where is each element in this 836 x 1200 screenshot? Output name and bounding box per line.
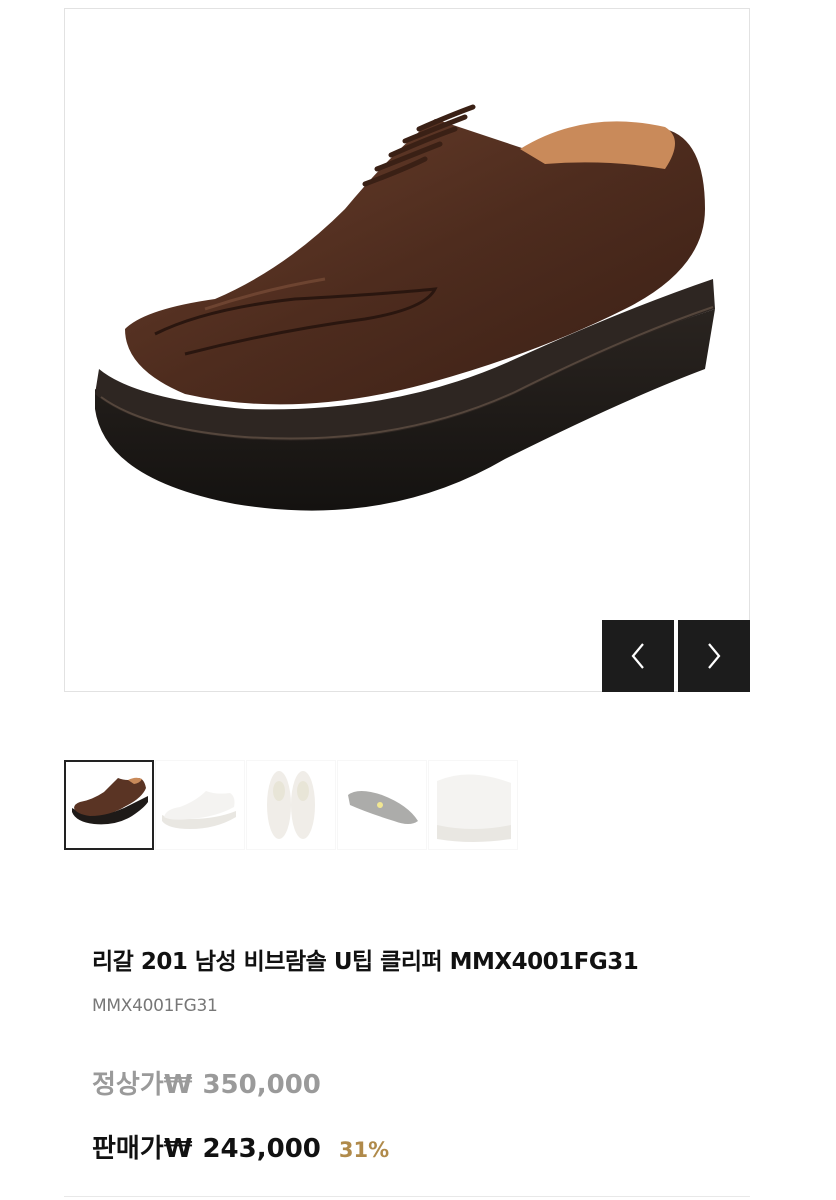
product-code: MMX4001FG31: [92, 996, 218, 1016]
divider: [64, 1196, 750, 1197]
shoe-thumbnail-image: [348, 791, 418, 824]
thumbnail-front-view[interactable]: [428, 760, 518, 850]
product-title: 리갈 201 남성 비브람솔 U팁 클리퍼 MMX4001FG31: [92, 949, 639, 975]
sale-price-row: 판매가₩ 243,000 31%: [92, 1128, 389, 1165]
thumbnail-strip: [64, 760, 519, 850]
shoe-thumbnail-image: [267, 771, 315, 839]
regular-price-row: 정상가₩ 350,000: [92, 1064, 321, 1101]
sale-price-value: 243,000: [202, 1134, 321, 1164]
shoe-thumbnail-image: [162, 791, 236, 829]
thumbnail-side-view[interactable]: [64, 760, 154, 850]
chevron-right-icon: [708, 643, 721, 669]
thumbnail-outsole-view[interactable]: [337, 760, 427, 850]
regular-price-label: 정상가₩: [92, 1070, 193, 1100]
shoe-illustration: [95, 104, 715, 511]
previous-image-button[interactable]: [602, 620, 674, 692]
chevron-left-icon: [631, 643, 644, 669]
discount-rate: 31%: [338, 1138, 390, 1162]
thumbnail-sole-pair-view[interactable]: [246, 760, 336, 850]
regular-price-value: 350,000: [202, 1070, 321, 1100]
shoe-thumbnail-image: [437, 774, 511, 842]
product-main-image: [64, 8, 750, 692]
shoe-thumbnail-image: [72, 777, 148, 825]
next-image-button[interactable]: [678, 620, 750, 692]
thumbnail-white-side-view[interactable]: [155, 760, 245, 850]
sale-price-label: 판매가₩: [92, 1134, 193, 1164]
